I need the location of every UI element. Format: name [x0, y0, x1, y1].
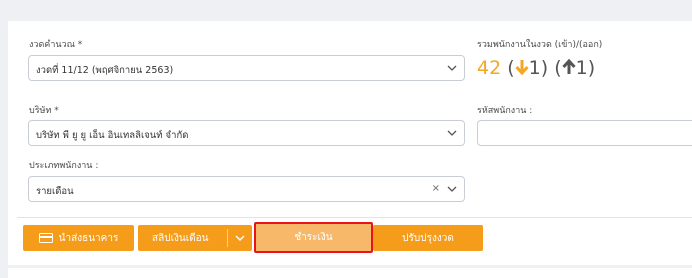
employee-code-label: รหัสพนักงาน :: [477, 106, 533, 116]
total-count: 42: [477, 57, 502, 79]
chevron-down-icon: [447, 65, 457, 71]
employee-type-value: รายเดือน: [36, 186, 74, 197]
toolbar-divider: [17, 217, 692, 218]
summary-title: รวมพนักงานในงวด (เข้า)/(ออก): [477, 40, 603, 50]
period-select[interactable]: งวดที่ 11/12 (พฤศจิกายน 2563): [28, 55, 465, 81]
out-count: 1: [575, 57, 588, 79]
payslip-button[interactable]: สลิปเงินเดือน: [138, 225, 252, 251]
in-count: 1: [528, 57, 541, 79]
chevron-down-icon[interactable]: [235, 234, 245, 242]
clear-icon[interactable]: ×: [432, 183, 440, 194]
employee-type-label: ประเภทพนักงาน :: [29, 161, 99, 171]
company-select[interactable]: บริษัท พี ยู ยู เอ็น อินเทลลิเจนท์ จำกัด: [28, 120, 465, 146]
arrow-up-icon: [562, 58, 576, 74]
payslip-label: สลิปเงินเดือน: [152, 232, 209, 244]
adjust-period-label: ปรับปรุงงวด: [402, 232, 454, 244]
company-value: บริษัท พี ยู ยู เอ็น อินเทลลิเจนท์ จำกัด: [36, 130, 189, 141]
employee-code-input[interactable]: [477, 120, 692, 146]
chevron-down-icon: [447, 186, 457, 192]
arrow-down-icon: [515, 60, 529, 76]
bank-submit-button[interactable]: นำส่งธนาคาร: [23, 225, 134, 251]
content-area-top: [8, 268, 692, 278]
bank-submit-label: นำส่งธนาคาร: [58, 232, 119, 244]
credit-card-icon: [38, 233, 53, 243]
split-divider: [227, 229, 228, 247]
period-value: งวดที่ 11/12 (พฤศจิกายน 2563): [36, 65, 174, 76]
employee-type-select[interactable]: รายเดือน ×: [28, 176, 465, 202]
company-label: บริษัท *: [29, 106, 59, 116]
chevron-down-icon: [447, 130, 457, 136]
pay-label: ชำระเงิน: [294, 232, 333, 243]
pay-button[interactable]: ชำระเงิน: [254, 222, 373, 253]
period-label: งวดคำนวณ *: [29, 40, 83, 50]
employee-count-summary: 42 (1) (1): [477, 57, 596, 79]
adjust-period-button[interactable]: ปรับปรุงงวด: [373, 225, 483, 251]
